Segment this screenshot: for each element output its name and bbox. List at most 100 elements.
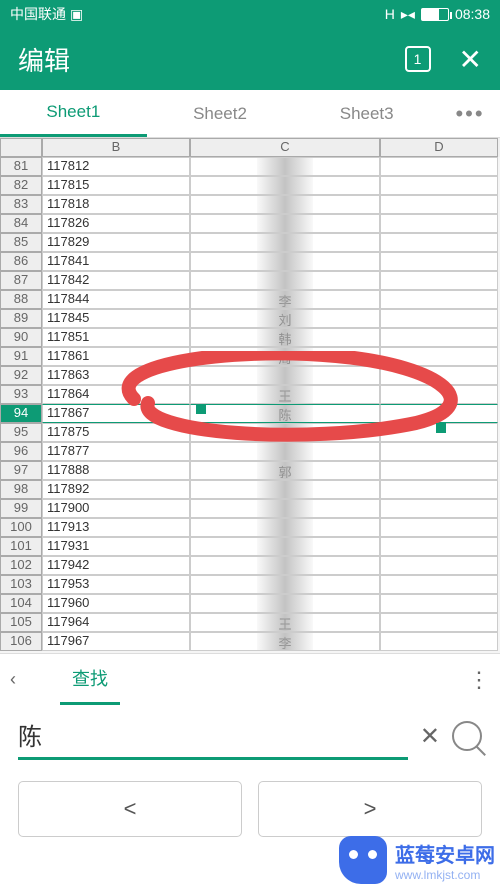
row-header[interactable]: 106 <box>0 632 42 651</box>
table-row[interactable]: 93117864王 <box>0 385 500 404</box>
cell[interactable] <box>380 271 498 290</box>
find-back-icon[interactable]: ‹ <box>10 669 50 690</box>
cell[interactable]: 117851 <box>42 328 190 347</box>
table-row[interactable]: 96117877 <box>0 442 500 461</box>
row-header[interactable]: 90 <box>0 328 42 347</box>
cell[interactable] <box>380 176 498 195</box>
cell[interactable]: 117913 <box>42 518 190 537</box>
cell[interactable]: 王 <box>190 613 380 632</box>
cell[interactable] <box>190 157 380 176</box>
cell[interactable] <box>380 252 498 271</box>
cell[interactable]: 刘 <box>190 309 380 328</box>
row-header[interactable]: 91 <box>0 347 42 366</box>
row-header[interactable]: 81 <box>0 157 42 176</box>
cell[interactable] <box>380 214 498 233</box>
cell[interactable]: 韩 <box>190 328 380 347</box>
row-header[interactable]: 104 <box>0 594 42 613</box>
cell[interactable]: 117867 <box>42 404 190 423</box>
row-header[interactable]: 85 <box>0 233 42 252</box>
cell[interactable] <box>380 328 498 347</box>
cell[interactable] <box>380 499 498 518</box>
table-row[interactable]: 87117842 <box>0 271 500 290</box>
cell[interactable]: 117953 <box>42 575 190 594</box>
cell[interactable] <box>380 404 498 423</box>
table-row[interactable]: 85117829 <box>0 233 500 252</box>
cell[interactable] <box>380 632 498 651</box>
table-row[interactable]: 90117851韩 <box>0 328 500 347</box>
cell[interactable] <box>380 575 498 594</box>
cell[interactable] <box>190 214 380 233</box>
table-row[interactable]: 91117861周 <box>0 347 500 366</box>
cell[interactable] <box>380 233 498 252</box>
find-next-button[interactable]: > <box>258 781 482 837</box>
cell[interactable]: 117960 <box>42 594 190 613</box>
table-row[interactable]: 84117826 <box>0 214 500 233</box>
cell[interactable]: 117829 <box>42 233 190 252</box>
spreadsheet[interactable]: BCD8111781282117815831178188411782685117… <box>0 138 500 653</box>
cell[interactable]: 117861 <box>42 347 190 366</box>
cell[interactable] <box>190 176 380 195</box>
row-header[interactable]: 105 <box>0 613 42 632</box>
cell[interactable]: 117818 <box>42 195 190 214</box>
table-row[interactable]: 105117964王 <box>0 613 500 632</box>
table-row[interactable]: 103117953 <box>0 575 500 594</box>
table-row[interactable]: 83117818 <box>0 195 500 214</box>
cell[interactable] <box>380 290 498 309</box>
cell[interactable]: 117863 <box>42 366 190 385</box>
cell[interactable]: 周 <box>190 347 380 366</box>
row-header[interactable]: 93 <box>0 385 42 404</box>
row-header[interactable]: 92 <box>0 366 42 385</box>
table-row[interactable]: 95117875 <box>0 423 500 442</box>
cell[interactable]: 117812 <box>42 157 190 176</box>
cell[interactable] <box>380 366 498 385</box>
cell[interactable]: 陈 <box>190 404 380 423</box>
table-row[interactable]: 82117815 <box>0 176 500 195</box>
cell[interactable]: 117841 <box>42 252 190 271</box>
cell[interactable]: 郭 <box>190 461 380 480</box>
cell[interactable] <box>190 195 380 214</box>
cell[interactable] <box>380 347 498 366</box>
table-row[interactable]: 102117942 <box>0 556 500 575</box>
table-row[interactable]: 97117888郭 <box>0 461 500 480</box>
column-header[interactable]: C <box>190 138 380 157</box>
sheet-tab-2[interactable]: Sheet2 <box>147 90 294 137</box>
cell[interactable] <box>380 157 498 176</box>
cell[interactable]: 117864 <box>42 385 190 404</box>
table-row[interactable]: 99117900 <box>0 499 500 518</box>
cell[interactable]: 117815 <box>42 176 190 195</box>
cell[interactable] <box>380 537 498 556</box>
cell[interactable]: 117892 <box>42 480 190 499</box>
cell[interactable] <box>190 499 380 518</box>
find-mode-tab[interactable]: 查找 <box>60 654 120 705</box>
table-row[interactable]: 101117931 <box>0 537 500 556</box>
row-header[interactable]: 99 <box>0 499 42 518</box>
cell[interactable]: 117888 <box>42 461 190 480</box>
cell[interactable] <box>380 309 498 328</box>
cell[interactable] <box>380 442 498 461</box>
sheet-tab-1[interactable]: Sheet1 <box>0 90 147 137</box>
row-header[interactable]: 100 <box>0 518 42 537</box>
cell[interactable] <box>190 442 380 461</box>
search-icon[interactable] <box>452 721 482 751</box>
table-row[interactable]: 94117867陈 <box>0 404 500 423</box>
row-header[interactable]: 82 <box>0 176 42 195</box>
sheet-tabs-more-icon[interactable]: ••• <box>440 101 500 127</box>
row-header[interactable]: 84 <box>0 214 42 233</box>
cell[interactable]: 117900 <box>42 499 190 518</box>
cell[interactable]: 117845 <box>42 309 190 328</box>
cell[interactable] <box>380 461 498 480</box>
row-header[interactable]: 86 <box>0 252 42 271</box>
cell[interactable]: 117967 <box>42 632 190 651</box>
row-header[interactable]: 103 <box>0 575 42 594</box>
cell[interactable] <box>380 518 498 537</box>
cell[interactable] <box>190 480 380 499</box>
row-header[interactable]: 94 <box>0 404 42 423</box>
cell[interactable]: 117842 <box>42 271 190 290</box>
row-header[interactable]: 101 <box>0 537 42 556</box>
cell[interactable]: 117877 <box>42 442 190 461</box>
row-header[interactable]: 83 <box>0 195 42 214</box>
table-row[interactable]: 106117967李 <box>0 632 500 651</box>
cell[interactable] <box>190 575 380 594</box>
search-input[interactable] <box>18 713 408 760</box>
cell[interactable] <box>380 385 498 404</box>
